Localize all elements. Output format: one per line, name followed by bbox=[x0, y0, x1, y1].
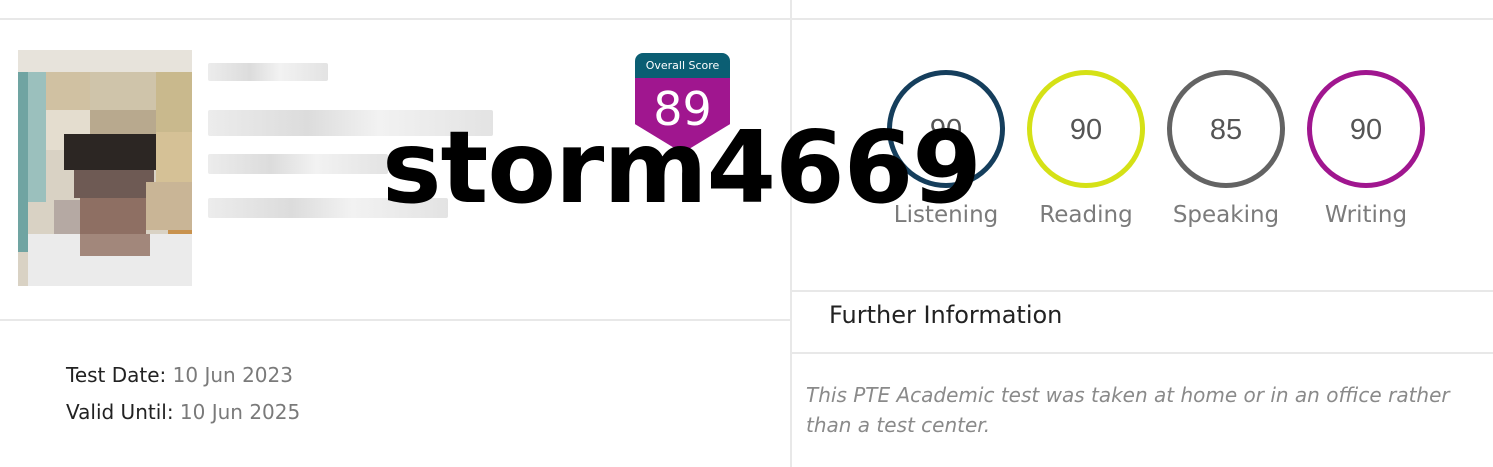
score-report-page: Overall Score 89 90 Listening 90 Reading… bbox=[0, 0, 1493, 467]
overall-score-label: Overall Score bbox=[635, 53, 730, 78]
redacted-detail-2 bbox=[208, 154, 388, 174]
test-date-label: Test Date: bbox=[66, 363, 167, 387]
writing-score: 90 Writing bbox=[1305, 70, 1435, 240]
left-mid-rule bbox=[0, 319, 792, 321]
reading-score: 90 Reading bbox=[1025, 70, 1155, 240]
valid-until-value: 10 Jun 2025 bbox=[173, 400, 301, 424]
valid-until-row: Valid Until: 10 Jun 2025 bbox=[66, 400, 300, 424]
further-information-title: Further Information bbox=[829, 301, 1063, 329]
writing-value: 90 bbox=[1349, 114, 1383, 146]
section-divider bbox=[790, 0, 792, 467]
candidate-photo bbox=[18, 50, 192, 286]
right-info-rule bbox=[792, 352, 1493, 354]
redacted-name bbox=[208, 63, 328, 81]
reading-value: 90 bbox=[1069, 114, 1103, 146]
speaking-label: Speaking bbox=[1172, 202, 1280, 228]
right-mid-rule bbox=[792, 290, 1493, 292]
test-date-value: 10 Jun 2023 bbox=[166, 363, 293, 387]
right-top-rule bbox=[792, 18, 1493, 20]
reading-label: Reading bbox=[1039, 202, 1133, 228]
writing-label: Writing bbox=[1324, 202, 1408, 228]
speaking-value: 85 bbox=[1209, 114, 1243, 146]
valid-until-label: Valid Until: bbox=[66, 400, 174, 424]
watermark-text: storm4669 bbox=[382, 109, 982, 226]
left-top-rule bbox=[0, 18, 792, 20]
speaking-score: 85 Speaking bbox=[1165, 70, 1295, 240]
test-date-row: Test Date: 10 Jun 2023 bbox=[66, 363, 293, 387]
further-information-text: This PTE Academic test was taken at home… bbox=[806, 383, 1450, 437]
